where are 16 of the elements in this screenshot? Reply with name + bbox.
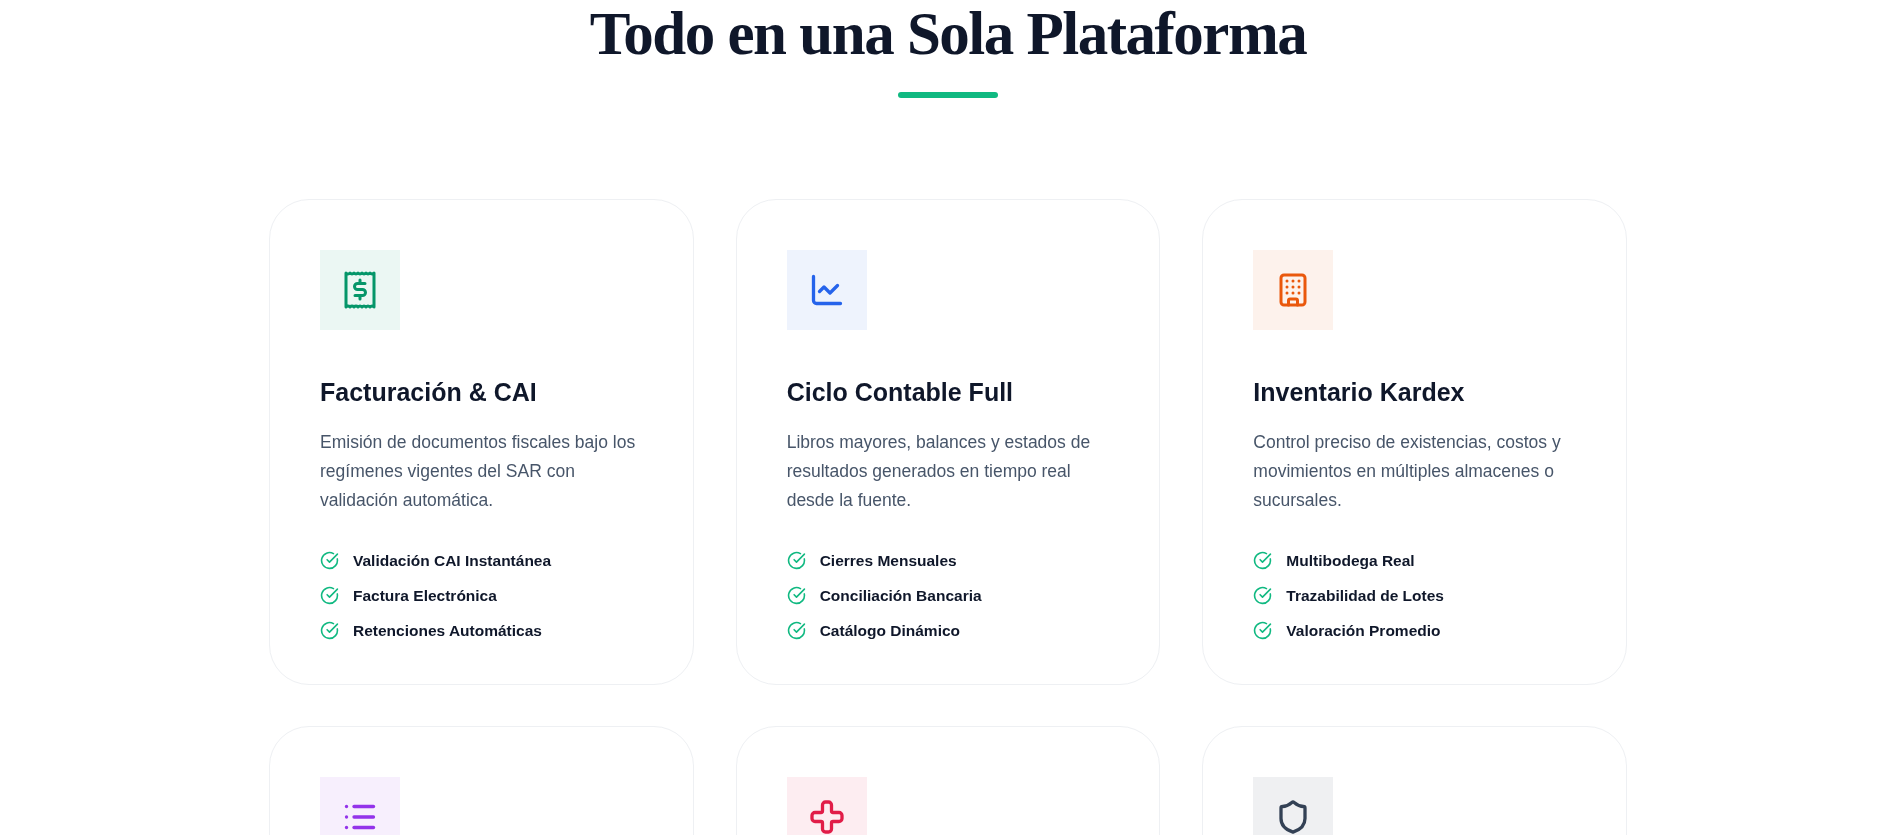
feature-item: Retenciones Automáticas [353,621,542,640]
feature-item: Trazabilidad de Lotes [1286,586,1444,605]
card-description: Emisión de documentos fiscales bajo los regímenes vigentes del SAR con validación automática. [320,431,637,512]
feature-item: Conciliación Bancaria [819,586,982,605]
card-description: Control preciso de existencias, costos y movimientos en múltiples almacenes o sucursales. [1253,431,1562,512]
feature-item: Cierres Mensuales [819,551,957,570]
section-title: Todo en una Sola Plataforma [589,2,1307,66]
card-title: Facturación & CAI [320,377,538,408]
feature-item: Valoración Promedio [1286,621,1441,640]
card-description: Libros mayores, balances y estados de resultados generados en tiempo real desde la fuente. [786,431,1092,512]
card-title: Ciclo Contable Full [786,377,1015,408]
feature-item: Multibodega Real [1286,551,1415,570]
card-title: Inventario Kardex [1253,377,1466,408]
feature-item: Catálogo Dinámico [819,621,961,640]
feature-item: Factura Electrónica [353,586,497,605]
feature-item: Validación CAI Instantánea [353,551,552,570]
